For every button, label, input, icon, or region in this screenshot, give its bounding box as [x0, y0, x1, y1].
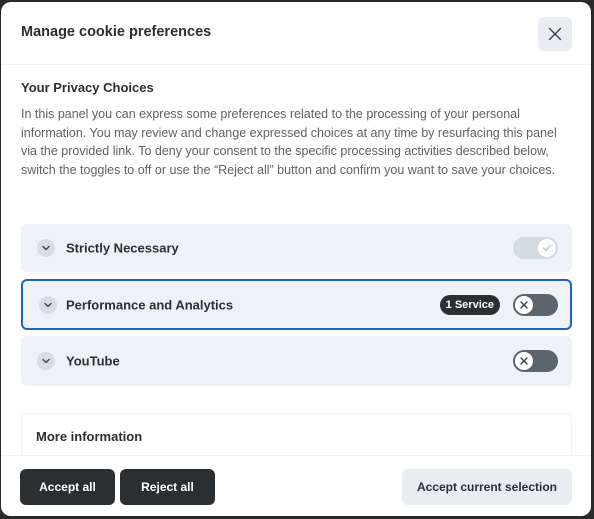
service-count-badge: 1 Service	[439, 294, 500, 315]
chevron-down-icon[interactable]	[37, 239, 55, 257]
reject-all-button[interactable]: Reject all	[120, 469, 215, 505]
category-label: Strictly Necessary	[66, 240, 179, 256]
privacy-choices-title: Your Privacy Choices	[21, 80, 154, 95]
x-icon	[515, 295, 533, 314]
more-information-title: More information	[36, 429, 143, 444]
chevron-down-icon[interactable]	[37, 352, 55, 370]
category-strictly-necessary[interactable]: Strictly Necessary	[21, 224, 572, 272]
modal-title: Manage cookie preferences	[21, 24, 212, 40]
more-information-section: More information	[21, 413, 572, 455]
modal-body: Your Privacy Choices In this panel you c…	[1, 65, 591, 455]
modal-footer: Accept all Reject all Accept current sel…	[1, 455, 591, 516]
privacy-description: In this panel you can express some prefe…	[21, 107, 557, 177]
cookie-preferences-modal: Manage cookie preferences Your Privacy C…	[1, 2, 591, 516]
toggle-youtube[interactable]	[513, 350, 558, 372]
toggle-performance-analytics[interactable]	[513, 293, 558, 316]
toggle-strictly-necessary[interactable]	[513, 237, 558, 259]
x-icon	[515, 352, 533, 370]
close-button[interactable]	[538, 17, 572, 51]
category-label: Performance and Analytics	[66, 297, 234, 312]
close-icon	[548, 27, 562, 41]
category-label: YouTube	[66, 353, 120, 369]
accept-current-selection-button[interactable]: Accept current selection	[402, 469, 572, 505]
checkmark-icon	[538, 239, 556, 257]
chevron-down-icon[interactable]	[39, 295, 57, 314]
category-performance-analytics[interactable]: Performance and Analytics 1 Service	[21, 279, 572, 330]
category-youtube[interactable]: YouTube	[21, 336, 572, 386]
accept-all-button[interactable]: Accept all	[20, 469, 115, 505]
modal-header: Manage cookie preferences	[1, 2, 591, 65]
